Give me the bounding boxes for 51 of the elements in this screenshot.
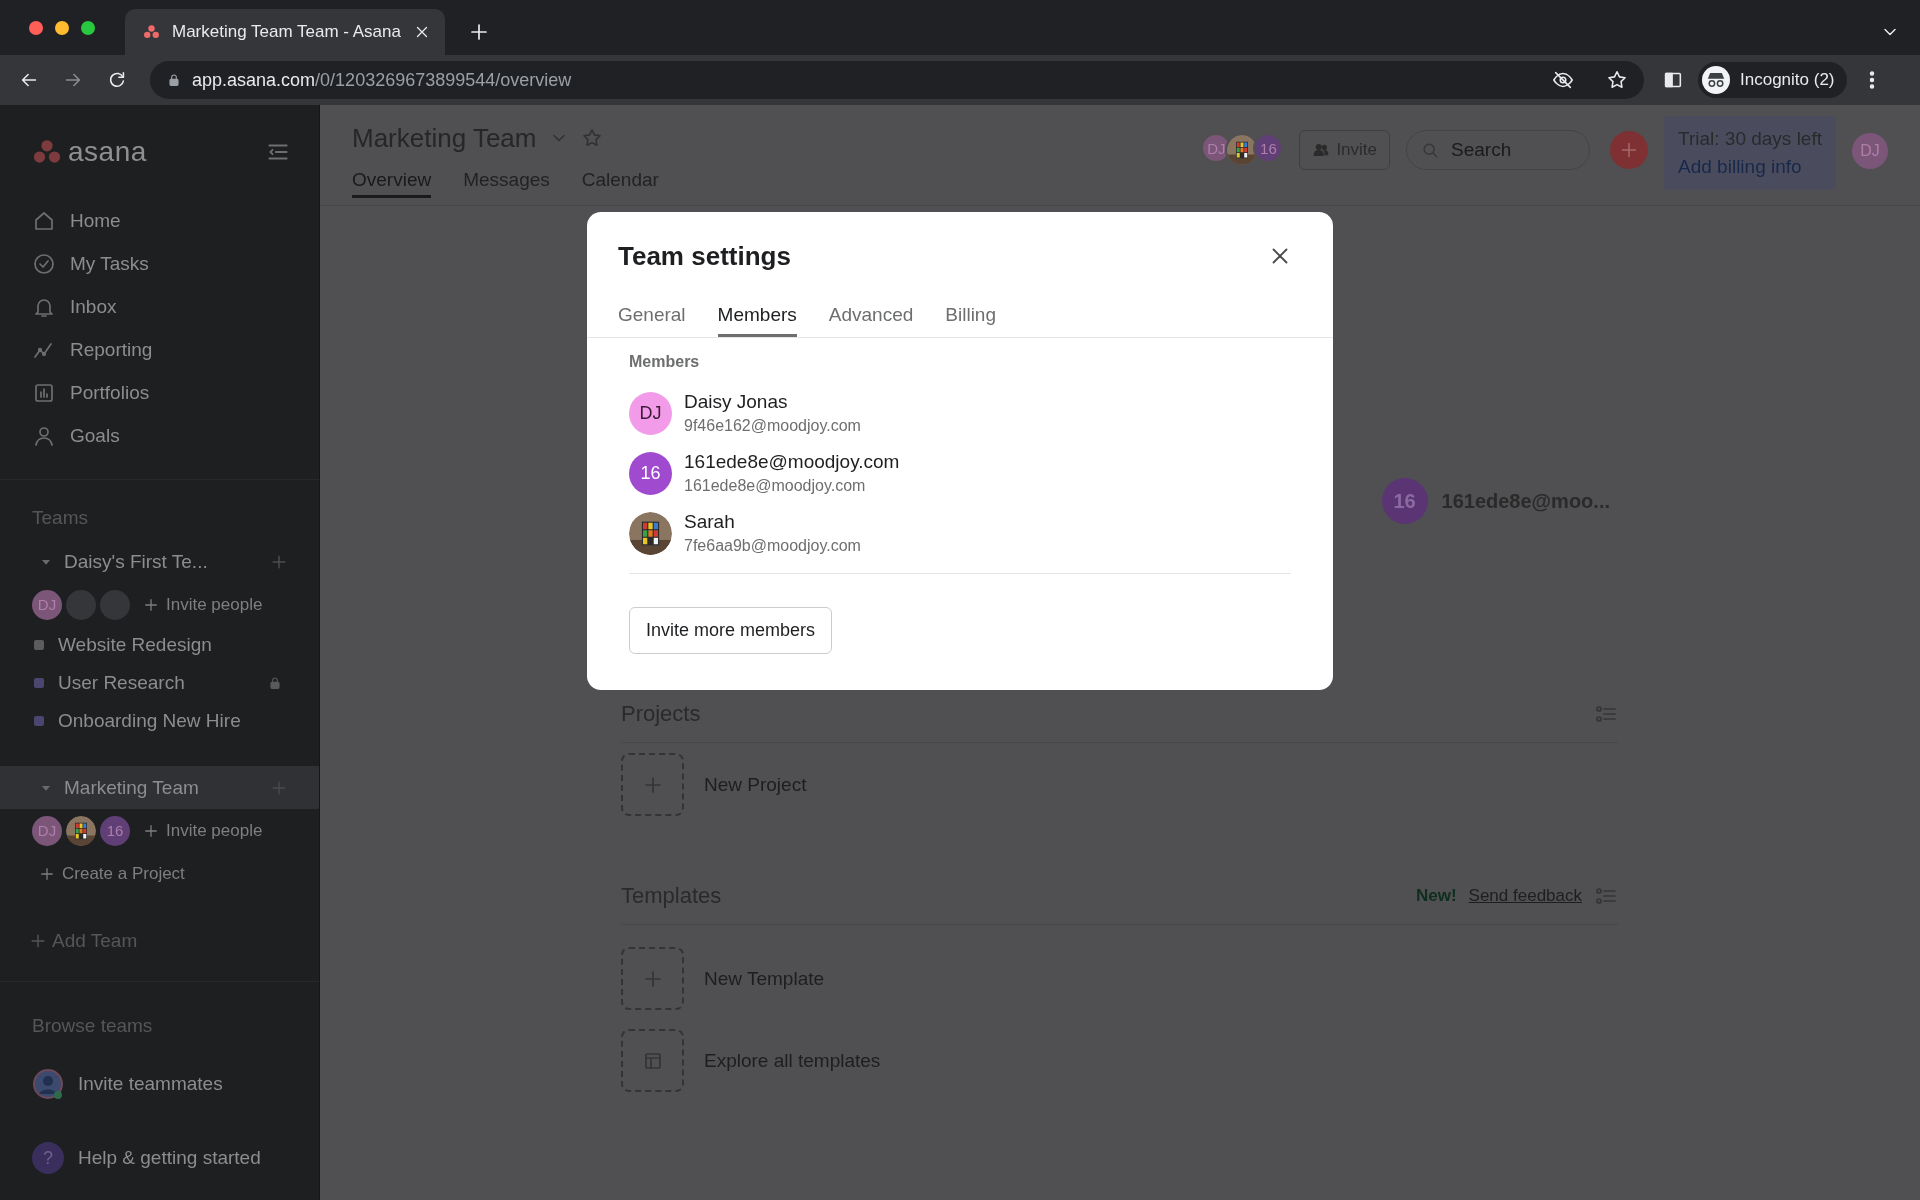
- avatar-placeholder: [100, 589, 130, 620]
- people-icon: [32, 1068, 64, 1100]
- help-link[interactable]: ? Help & getting started: [0, 1136, 319, 1180]
- nav-item[interactable]: My Tasks: [0, 242, 319, 285]
- dialog-title: Team settings: [618, 240, 791, 272]
- tab[interactable]: Members: [717, 295, 797, 337]
- tab[interactable]: General: [618, 295, 686, 337]
- new-label: New!: [1415, 886, 1457, 906]
- avatar: 16: [1253, 133, 1284, 163]
- help-badge: ?: [32, 1142, 64, 1174]
- nav-item[interactable]: Inbox: [0, 285, 319, 328]
- avatar: DJ: [629, 391, 672, 435]
- team-item[interactable]: Daisy's First Te...: [0, 540, 319, 583]
- tab[interactable]: Billing: [945, 295, 996, 337]
- invite-people-link[interactable]: Invite people: [142, 820, 263, 841]
- address-bar[interactable]: app.asana.com/0/1203269673899544/overview: [150, 61, 1644, 99]
- people-icon: [1312, 141, 1331, 159]
- invite-teammates-button[interactable]: Invite teammates: [0, 1062, 319, 1106]
- logo-icon: [143, 23, 160, 41]
- team-item[interactable]: Marketing Team: [0, 766, 319, 809]
- member-email: 161ede8e@moodjoy.com: [684, 477, 867, 495]
- project-item[interactable]: Website Redesign: [0, 626, 319, 664]
- section-heading: Members: [629, 353, 701, 371]
- invite-members-button[interactable]: Invite more members: [629, 607, 833, 654]
- check-circle-icon: [32, 251, 56, 276]
- nav-item[interactable]: Home: [0, 199, 319, 242]
- incognito-icon: [1702, 66, 1730, 94]
- search-field[interactable]: Search: [1406, 130, 1591, 170]
- eye-slash-icon[interactable]: [1552, 69, 1574, 91]
- nav-item[interactable]: Goals: [0, 414, 319, 457]
- avatar-placeholder: [66, 589, 96, 620]
- avatar: 16: [100, 815, 130, 846]
- member-name: Daisy Jonas: [684, 391, 789, 413]
- browser-tab[interactable]: Marketing Team Team - Asana: [125, 9, 445, 55]
- star-icon[interactable]: [580, 127, 603, 149]
- invite-people-link[interactable]: Invite people: [142, 594, 263, 615]
- logo-text: asana: [68, 136, 147, 168]
- lock-icon: [166, 72, 182, 88]
- member-name: 161ede8e@moodjoy.com: [684, 451, 900, 473]
- star-icon[interactable]: [1606, 69, 1628, 91]
- avatar: 16: [629, 451, 672, 495]
- member-name: Sarah: [684, 511, 736, 533]
- project-item[interactable]: Onboarding New Hire: [0, 702, 319, 740]
- create-project-link[interactable]: Create a Project: [0, 852, 319, 895]
- profile-button[interactable]: Incognito (2): [1698, 62, 1847, 98]
- member-email: 7fe6aa9b@moodjoy.com: [684, 537, 861, 555]
- project-item[interactable]: User Research: [0, 664, 319, 702]
- member-email: 9f46e162@moodjoy.com: [684, 417, 861, 435]
- nav-item[interactable]: Portfolios: [0, 371, 319, 414]
- nav-item[interactable]: Reporting: [0, 328, 319, 371]
- tab[interactable]: Advanced: [828, 295, 914, 337]
